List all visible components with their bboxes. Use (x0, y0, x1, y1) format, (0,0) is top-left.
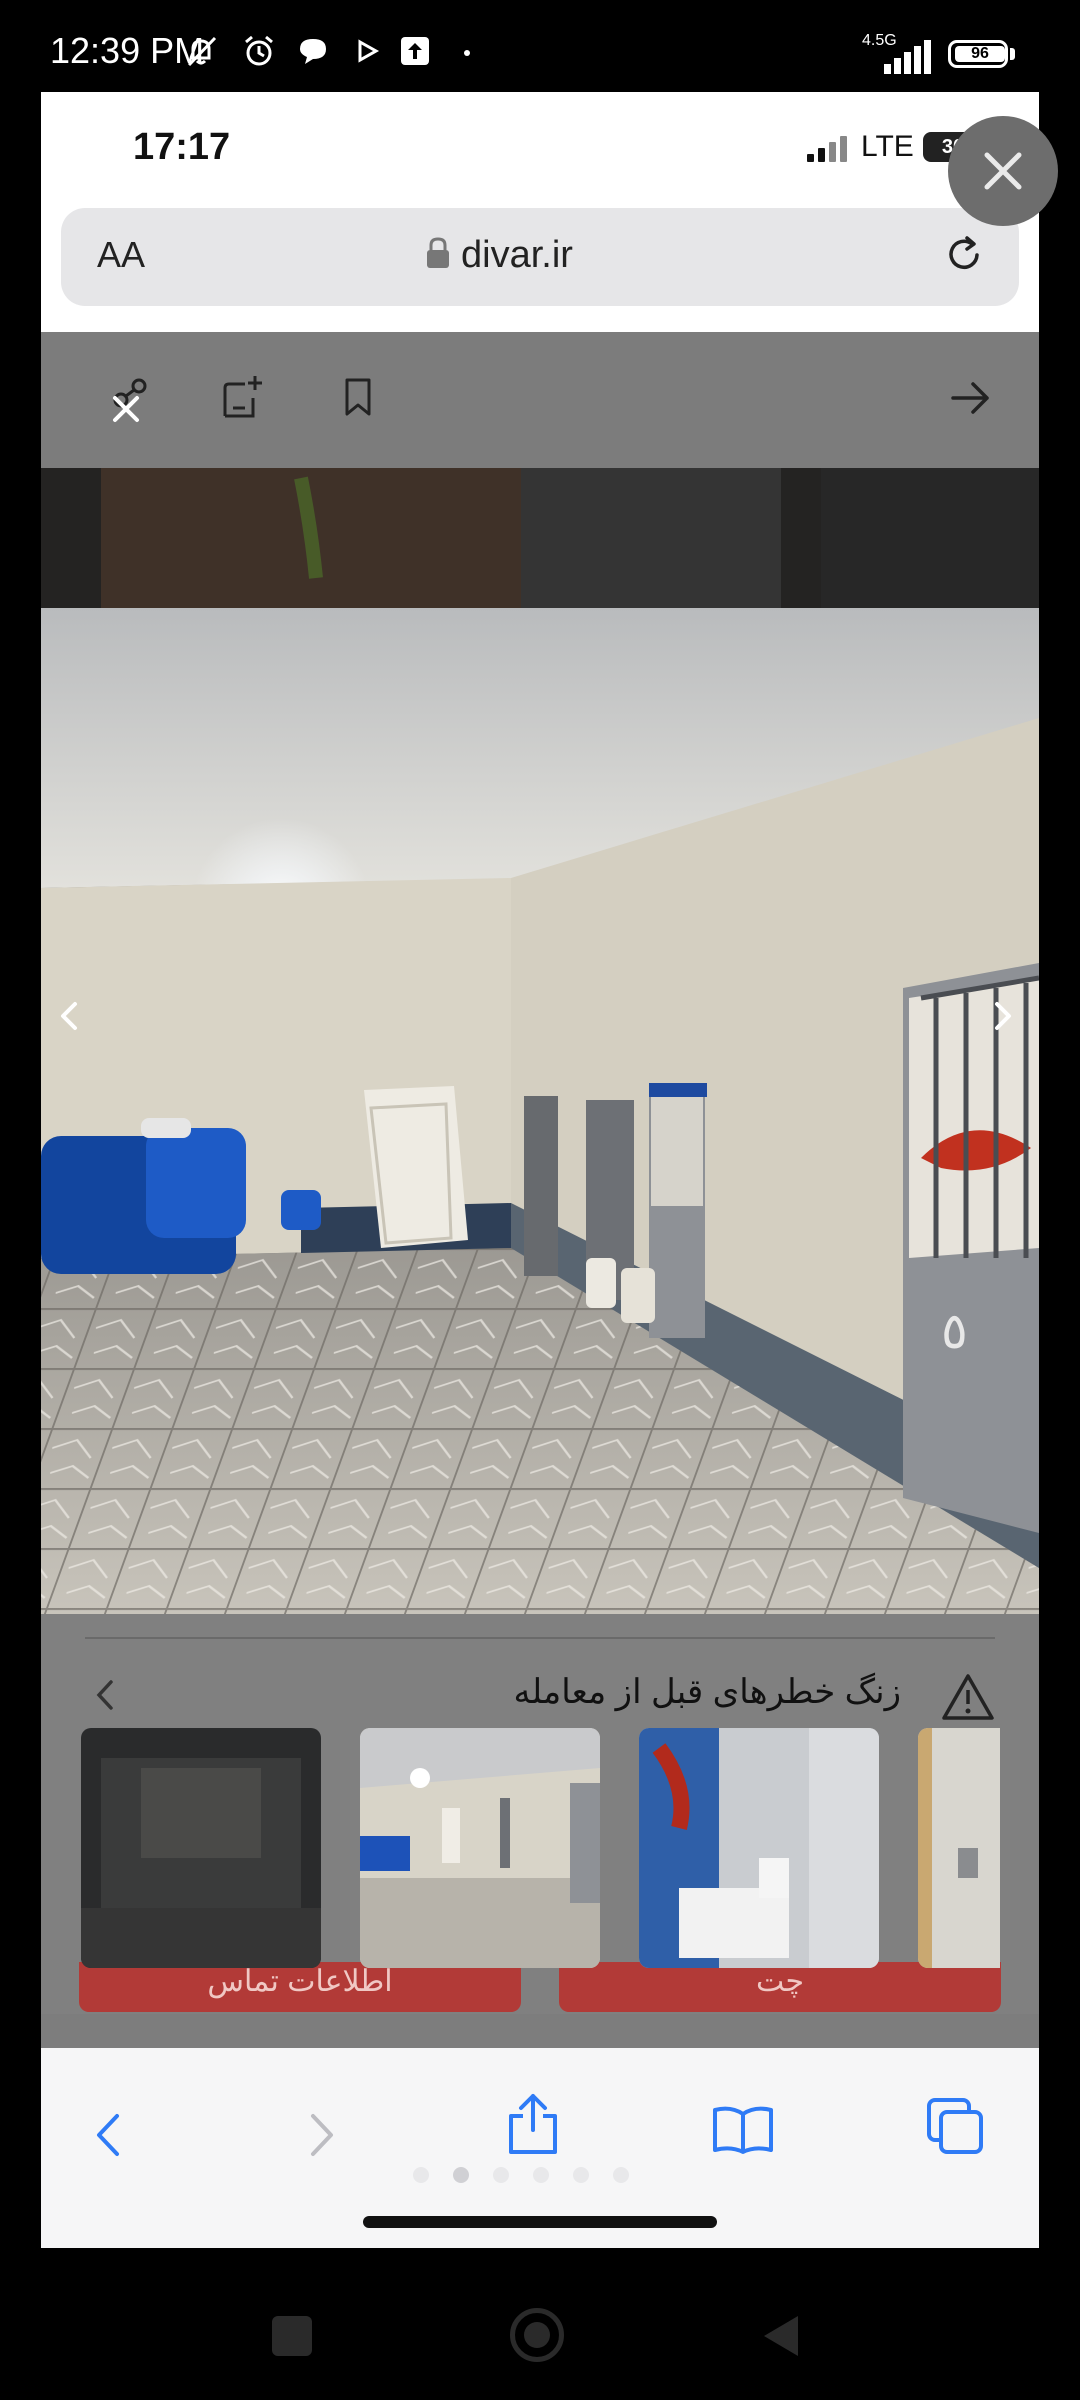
play-icon (358, 39, 380, 63)
next-photo-icon[interactable] (983, 998, 1019, 1034)
no-notification-icon (187, 36, 217, 67)
listing-toolbar (41, 332, 1039, 468)
android-status-bar: 12:39 PM 4.5G 96 (0, 0, 1080, 92)
url-text[interactable]: divar.ir (427, 234, 573, 277)
bookmarks-book-icon[interactable] (711, 2104, 775, 2156)
screenshot-frame: 17:17 LTE 30 AA divar.ir (41, 92, 1039, 2248)
warning-title[interactable]: زنگ خطرهای قبل از معامله (514, 1672, 901, 1712)
page-dots (413, 2162, 693, 2186)
text-size-button[interactable]: AA (97, 234, 145, 276)
url-label: divar.ir (461, 234, 573, 276)
ios-signal-icon (807, 136, 847, 162)
thumbnail-image (360, 1728, 600, 1968)
divider (85, 1637, 995, 1639)
thumbnail-image (918, 1728, 1000, 1968)
address-bar[interactable]: AA divar.ir (61, 208, 1019, 306)
status-time: 12:39 PM (50, 30, 205, 71)
home-button[interactable] (510, 2308, 564, 2362)
chevron-left-icon[interactable] (93, 1678, 117, 1712)
lock-icon (427, 237, 449, 268)
close-button[interactable] (948, 116, 1058, 226)
chat-button[interactable]: چت (559, 1962, 1001, 2012)
listing-photo[interactable]: ٥ (41, 468, 1039, 1614)
back-button[interactable] (760, 2312, 802, 2360)
close-icon (984, 152, 1022, 190)
close-viewer-icon[interactable] (111, 394, 141, 424)
home-button-dot (524, 2322, 550, 2348)
thumbnail-4[interactable] (918, 1728, 1000, 1968)
recents-button[interactable] (272, 2316, 312, 2356)
thumbnail-image (81, 1728, 321, 1968)
ios-status-bar: 17:17 LTE 30 (41, 92, 1039, 202)
browser-back-icon[interactable] (91, 2110, 127, 2160)
signal-icon (884, 40, 931, 74)
ios-network: LTE (861, 130, 914, 163)
thumbnail-2[interactable] (360, 1728, 600, 1968)
thumbnail-image (639, 1728, 879, 1968)
android-nav-bar (0, 2248, 1080, 2400)
bookmark-icon[interactable] (341, 376, 375, 418)
thumbnail-3[interactable] (639, 1728, 879, 1968)
upload-icon (401, 37, 429, 65)
tabs-icon[interactable] (925, 2096, 985, 2156)
home-indicator[interactable] (363, 2216, 717, 2228)
room-photo: ٥ (41, 468, 1039, 1614)
share-sheet-icon[interactable] (503, 2090, 563, 2156)
ios-time: 17:17 (133, 126, 231, 168)
back-arrow-icon[interactable] (949, 378, 993, 418)
svg-text:٥: ٥ (941, 1302, 968, 1360)
previous-photo-icon[interactable] (53, 998, 89, 1034)
reload-icon[interactable] (939, 230, 989, 280)
warning-icon (942, 1674, 994, 1720)
chat-bubble-icon (300, 39, 326, 64)
add-note-icon[interactable] (219, 372, 265, 422)
thumbnail-1[interactable] (81, 1728, 321, 1968)
contact-info-button[interactable]: اطلاعات تماس (79, 1962, 521, 2012)
alarm-icon (245, 35, 273, 66)
battery-level: 96 (955, 46, 1005, 62)
browser-forward-icon[interactable] (303, 2110, 339, 2160)
dot-icon (464, 50, 470, 56)
battery-tip (1010, 48, 1015, 60)
battery-icon: 96 (948, 40, 1008, 68)
